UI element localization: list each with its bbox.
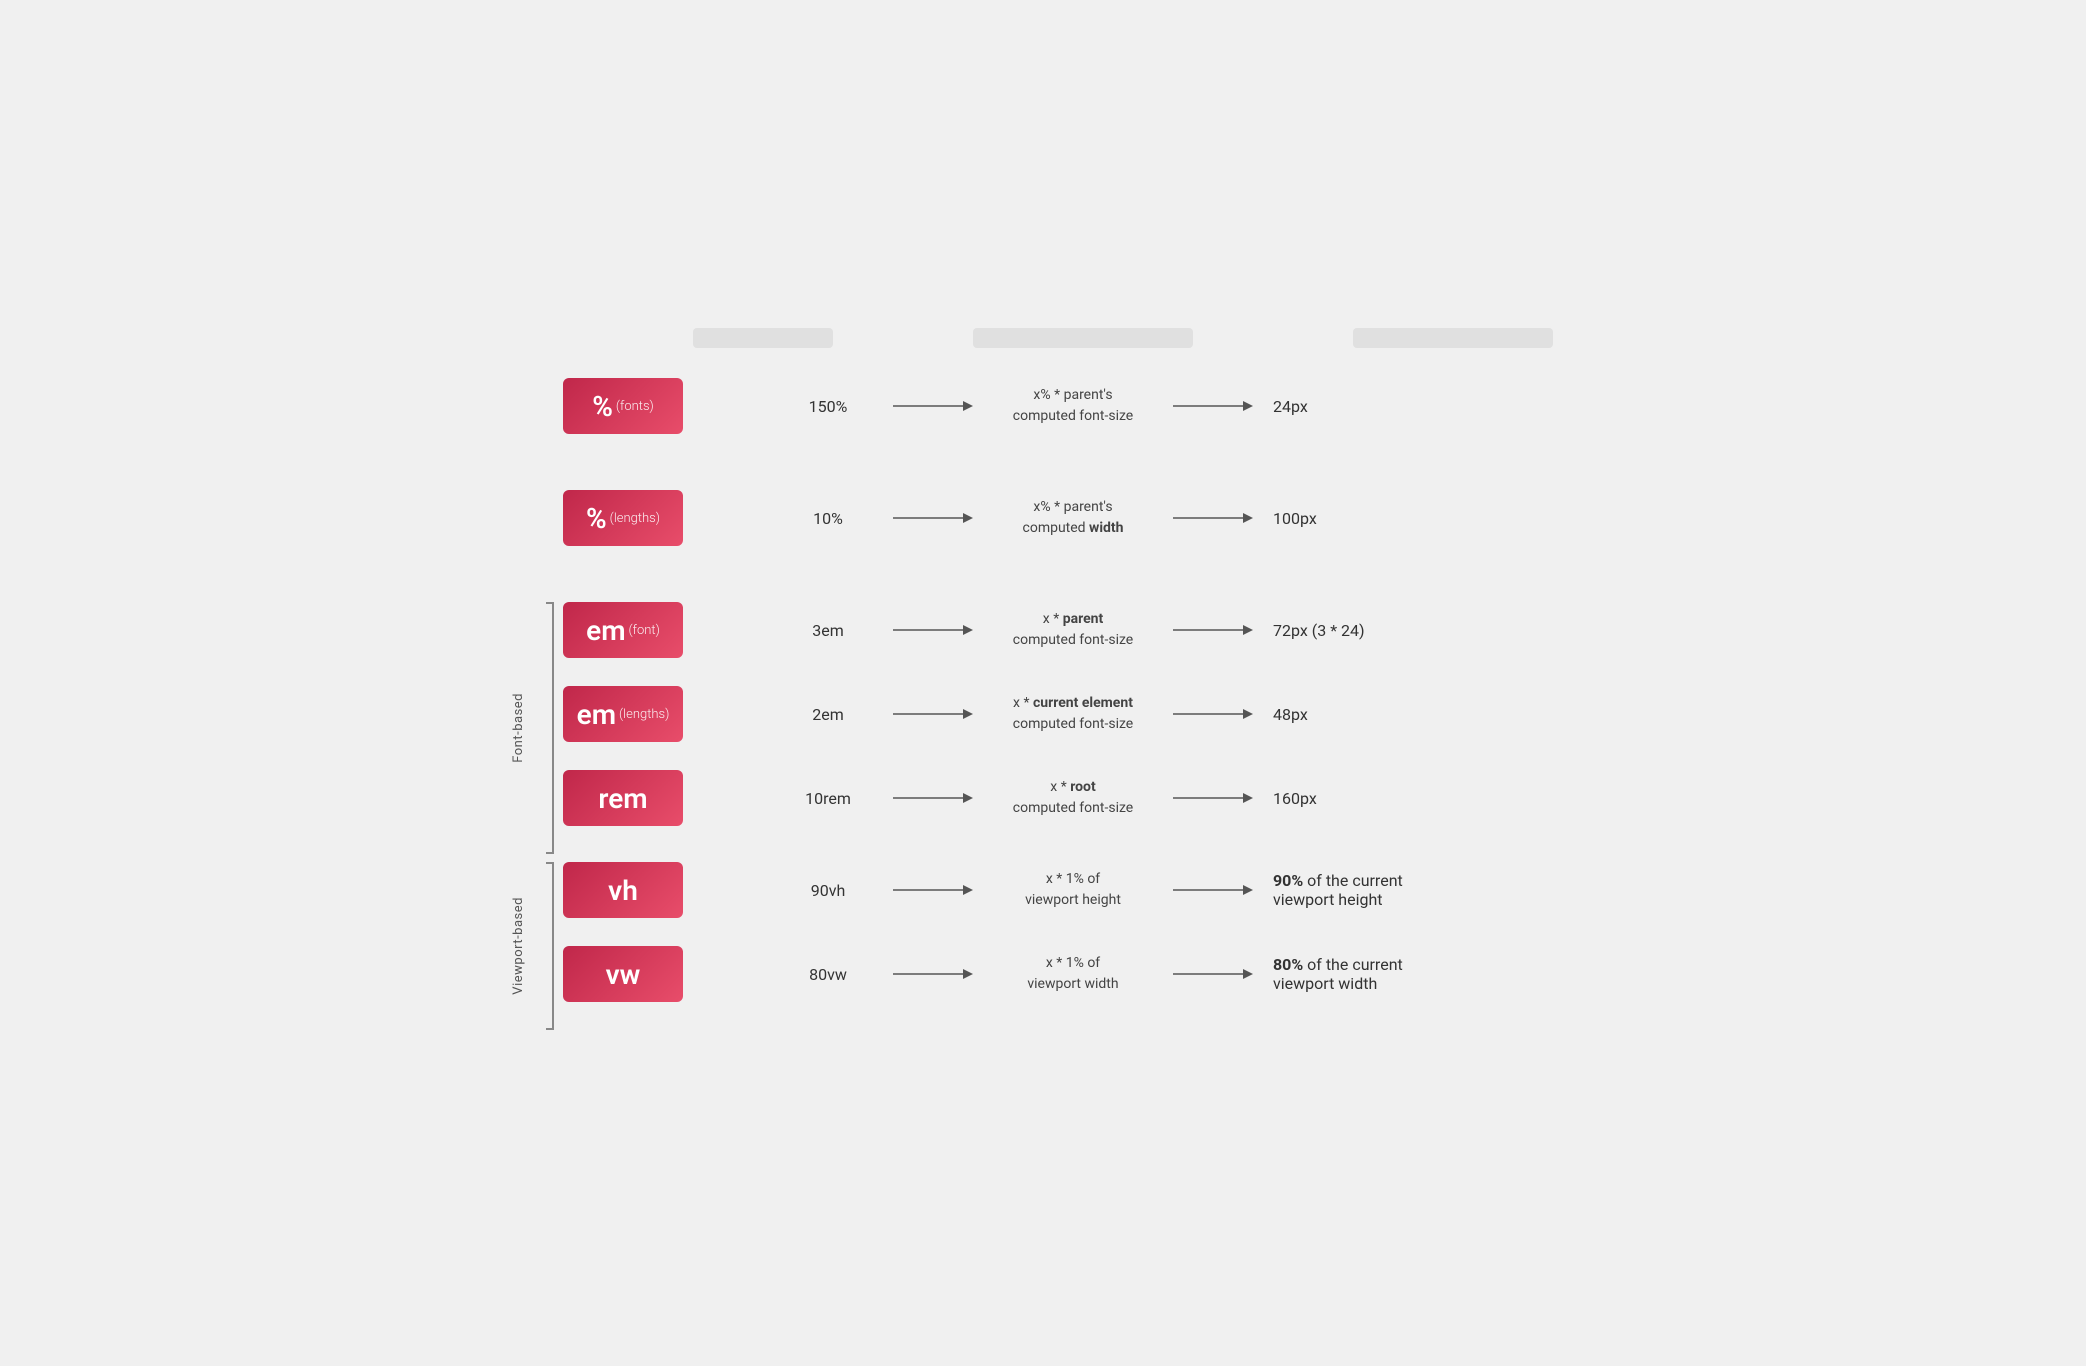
arrow-line-1	[893, 704, 973, 724]
content-area: %(fonts) 150% x% * parent'scomputed font…	[493, 378, 1593, 1030]
table-row: %(fonts) 150% x% * parent'scomputed font…	[563, 378, 1593, 434]
header-result	[1353, 328, 1553, 348]
result-value: 24px	[1253, 397, 1453, 416]
arrow-line-2	[1173, 620, 1253, 640]
result-value: 72px (3 * 24)	[1253, 621, 1453, 640]
arrow-line-1	[893, 508, 973, 528]
arrow-line-2	[1173, 964, 1253, 984]
row-content: %(fonts) 150% x% * parent'scomputed font…	[563, 378, 1593, 462]
group-label: Viewport-based	[511, 897, 526, 995]
grouped-section: Font-based em(font) 3em x * parentcomput…	[493, 602, 1593, 854]
standalone-section: %(fonts) 150% x% * parent'scomputed font…	[493, 378, 1593, 462]
bracket-svg	[543, 602, 557, 854]
example-value: 80vw	[763, 965, 893, 984]
arrow-line-1	[893, 964, 973, 984]
table-row: em(lengths) 2em x * current elementcompu…	[563, 686, 1593, 742]
unit-area: vh	[563, 862, 763, 918]
unit-badge: vh	[563, 862, 683, 918]
convert-text: x * current elementcomputed font-size	[973, 693, 1173, 735]
convert-text: x * rootcomputed font-size	[973, 777, 1173, 819]
grouped-section: Viewport-based vh 90vh x * 1% ofviewport…	[493, 862, 1593, 1030]
arrow-line-1	[893, 620, 973, 640]
rows-col: vh 90vh x * 1% ofviewport height 90% of …	[563, 862, 1593, 1030]
table-row: %(lengths) 10% x% * parent'scomputed wid…	[563, 490, 1593, 546]
group-label-col: Font-based	[493, 602, 543, 854]
standalone-section: %(lengths) 10% x% * parent'scomputed wid…	[493, 490, 1593, 574]
unit-badge: vw	[563, 946, 683, 1002]
convert-text: x * parentcomputed font-size	[973, 609, 1173, 651]
unit-badge: em(font)	[563, 602, 683, 658]
convert-text: x * 1% ofviewport width	[973, 953, 1173, 995]
arrow-line-2	[1173, 508, 1253, 528]
table-row: em(font) 3em x * parentcomputed font-siz…	[563, 602, 1593, 658]
unit-area: em(font)	[563, 602, 763, 658]
unit-area: %(fonts)	[563, 378, 763, 434]
example-value: 150%	[763, 397, 893, 416]
bracket-svg	[543, 862, 557, 1030]
example-value: 3em	[763, 621, 893, 640]
header-row	[493, 328, 1593, 348]
unit-badge: %(lengths)	[563, 490, 683, 546]
header-convert	[973, 328, 1193, 348]
result-value: 160px	[1253, 789, 1453, 808]
group-label-col: Viewport-based	[493, 862, 543, 1030]
convert-text: x% * parent'scomputed font-size	[973, 385, 1173, 427]
rows-col: em(font) 3em x * parentcomputed font-siz…	[563, 602, 1593, 854]
example-value: 2em	[763, 705, 893, 724]
convert-text: x% * parent'scomputed width	[973, 497, 1173, 539]
unit-area: rem	[563, 770, 763, 826]
bracket-col	[543, 602, 563, 854]
result-value: 100px	[1253, 509, 1453, 528]
arrow-line-2	[1173, 704, 1253, 724]
arrow-line-2	[1173, 396, 1253, 416]
header-example	[693, 328, 833, 348]
group-label: Font-based	[511, 693, 526, 763]
unit-badge: em(lengths)	[563, 686, 683, 742]
result-value: 80% of the currentviewport width	[1253, 955, 1453, 993]
unit-badge: %(fonts)	[563, 378, 683, 434]
unit-area: em(lengths)	[563, 686, 763, 742]
table-row: vw 80vw x * 1% ofviewport width 80% of t…	[563, 946, 1593, 1002]
table-row: vh 90vh x * 1% ofviewport height 90% of …	[563, 862, 1593, 918]
example-value: 10rem	[763, 789, 893, 808]
example-value: 90vh	[763, 881, 893, 900]
main-container: %(fonts) 150% x% * parent'scomputed font…	[493, 328, 1593, 1038]
example-value: 10%	[763, 509, 893, 528]
result-value: 90% of the currentviewport height	[1253, 871, 1453, 909]
arrow-line-1	[893, 880, 973, 900]
table-row: rem 10rem x * rootcomputed font-size 160…	[563, 770, 1593, 826]
convert-text: x * 1% ofviewport height	[973, 869, 1173, 911]
arrow-line-2	[1173, 788, 1253, 808]
result-value: 48px	[1253, 705, 1453, 724]
bracket-col	[543, 862, 563, 1030]
row-content: %(lengths) 10% x% * parent'scomputed wid…	[563, 490, 1593, 574]
unit-area: vw	[563, 946, 763, 1002]
arrow-line-1	[893, 788, 973, 808]
arrow-line-1	[893, 396, 973, 416]
unit-badge: rem	[563, 770, 683, 826]
unit-area: %(lengths)	[563, 490, 763, 546]
arrow-line-2	[1173, 880, 1253, 900]
